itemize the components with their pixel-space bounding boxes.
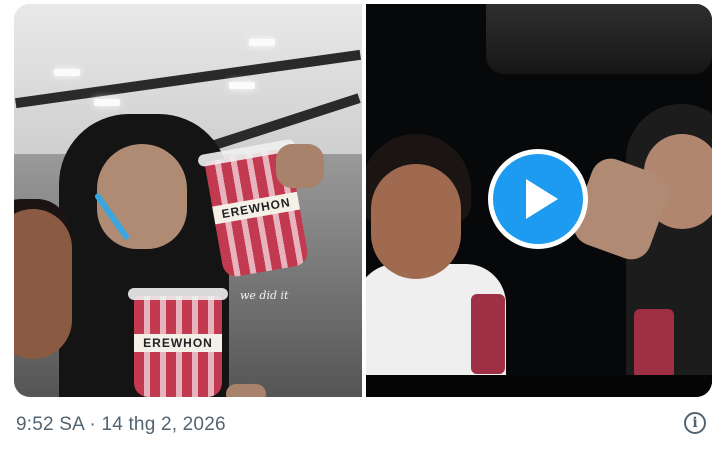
cup-brand-label: EREWHON: [212, 191, 301, 225]
play-button[interactable]: [488, 149, 588, 249]
smoothie-cup: [471, 294, 505, 374]
info-icon[interactable]: i: [684, 412, 706, 434]
photo-caption: we did it: [240, 289, 289, 302]
smoothie-cup: EREWHON: [128, 288, 228, 397]
smoothie-cup: [634, 309, 674, 379]
media-grid: EREWHON EREWHON we did it: [14, 4, 712, 397]
woman-face: [14, 209, 72, 359]
hand: [226, 384, 266, 397]
photo-light: [249, 39, 275, 46]
photo-light: [229, 82, 255, 89]
cup-lid: [128, 288, 228, 300]
woman-face: [371, 164, 461, 279]
play-icon: [526, 179, 558, 219]
hand: [276, 144, 324, 188]
cup-brand-label: EREWHON: [134, 334, 222, 353]
video-media[interactable]: [366, 4, 712, 397]
car-dashboard: [366, 375, 712, 397]
photo-light: [94, 99, 120, 106]
photo-media[interactable]: EREWHON EREWHON we did it: [14, 4, 362, 397]
tweet-timestamp[interactable]: 9:52 SA · 14 thg 2, 2026: [16, 414, 226, 436]
car-ceiling: [486, 4, 712, 74]
man-face: [97, 144, 187, 249]
photo-light: [54, 69, 80, 76]
